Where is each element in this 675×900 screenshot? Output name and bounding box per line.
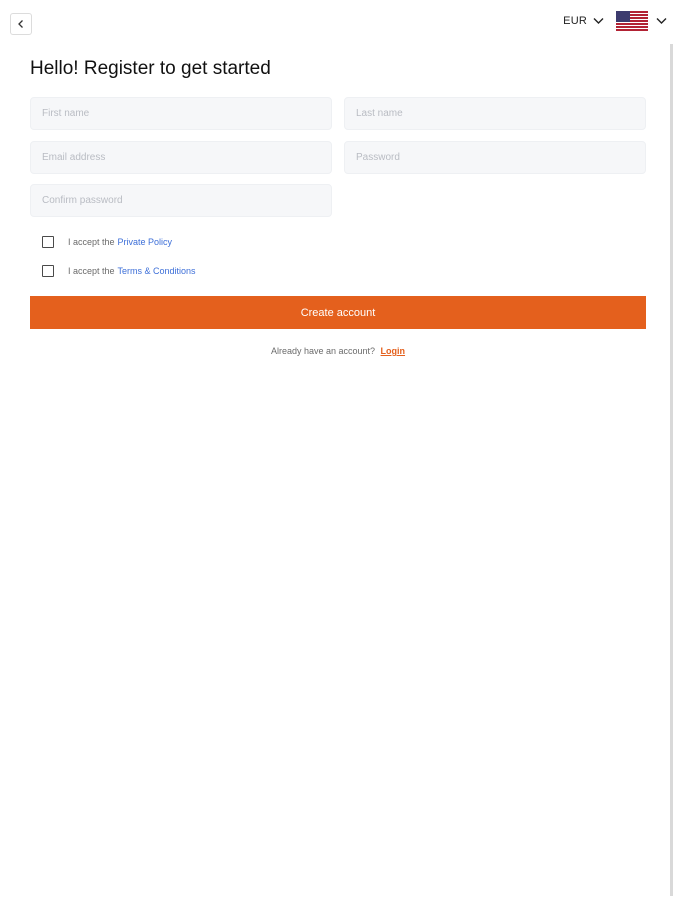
chevron-left-icon xyxy=(18,20,23,28)
privacy-policy-checkbox[interactable] xyxy=(42,236,54,248)
last-name-input[interactable] xyxy=(345,98,645,129)
terms-row: I accept the Terms & Conditions xyxy=(42,265,196,277)
page-title: Hello! Register to get started xyxy=(30,58,271,79)
confirm-password-input[interactable] xyxy=(31,185,331,216)
chevron-down-icon xyxy=(656,18,667,24)
login-link[interactable]: Login xyxy=(381,346,406,356)
login-prompt: Already have an account? xyxy=(270,346,376,356)
currency-selector[interactable]: EUR xyxy=(563,15,604,27)
currency-label: EUR xyxy=(563,15,587,27)
terms-checkbox[interactable] xyxy=(42,265,54,277)
first-name-field[interactable] xyxy=(30,97,332,130)
privacy-policy-prefix: I accept the xyxy=(68,237,115,247)
email-field[interactable] xyxy=(30,141,332,174)
terms-prefix: I accept the xyxy=(68,266,115,276)
login-prompt-row: Already have an account? Login xyxy=(30,346,646,356)
password-input[interactable] xyxy=(345,142,645,173)
password-field[interactable] xyxy=(344,141,646,174)
scrollbar[interactable] xyxy=(670,44,673,896)
header-controls: EUR xyxy=(563,10,667,32)
us-flag-icon xyxy=(616,11,648,31)
chevron-down-icon xyxy=(593,18,604,24)
email-input[interactable] xyxy=(31,142,331,173)
confirm-password-field[interactable] xyxy=(30,184,332,217)
language-selector[interactable] xyxy=(616,11,667,31)
back-button[interactable] xyxy=(10,13,32,35)
first-name-input[interactable] xyxy=(31,98,331,129)
last-name-field[interactable] xyxy=(344,97,646,130)
create-account-button[interactable]: Create account xyxy=(30,296,646,329)
privacy-policy-link[interactable]: Private Policy xyxy=(118,237,173,247)
privacy-policy-row: I accept the Private Policy xyxy=(42,236,172,248)
terms-link[interactable]: Terms & Conditions xyxy=(118,266,196,276)
